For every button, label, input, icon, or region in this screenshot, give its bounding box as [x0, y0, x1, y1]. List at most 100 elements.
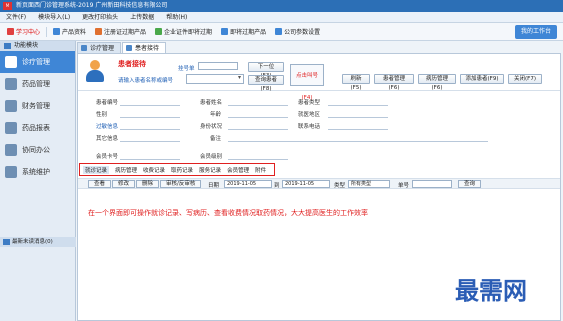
identity-label: 身份状况 — [200, 124, 223, 130]
unread-messages[interactable]: 最新未读消息(0) — [0, 237, 76, 247]
patient-bar: 患者接待 挂号单 请输入患者名称或编号 下一位(F3) 查询患者(F8) 点击叫… — [78, 54, 560, 101]
patient-id-field — [120, 105, 180, 106]
my-workbench-button[interactable]: 我的工作台 — [514, 25, 557, 39]
date-to-label: 到 — [274, 183, 280, 189]
patient-select[interactable] — [186, 74, 244, 84]
subtab-service-records[interactable]: 服务记录 — [199, 166, 221, 174]
sidebar-item-system[interactable]: 系统维护 — [0, 161, 75, 183]
call-number-button[interactable]: 点击叫号(F4) — [290, 64, 324, 101]
date-from-picker[interactable]: 2019-11-05 — [224, 180, 272, 188]
sidebar-item-diagnosis[interactable]: 诊疗管理 — [0, 51, 75, 73]
menu-file[interactable]: 文件(F) — [6, 12, 26, 22]
type-select[interactable]: 所有类型 — [348, 180, 390, 188]
view-button[interactable]: 查看 — [88, 180, 112, 188]
edit-button[interactable]: 修改 — [112, 180, 136, 188]
allergy-field — [120, 129, 180, 130]
tab-icon — [126, 45, 133, 51]
learning-icon — [7, 28, 14, 35]
registration-label: 挂号单 — [178, 66, 195, 72]
close-button[interactable]: 关闭(F7) — [508, 74, 542, 84]
patient-info-grid: 患者编号 性别 过敏信息 其它信息 会员卡号 患者姓名 年龄 身份状况 备注 会… — [78, 94, 560, 162]
subtab-visit-records[interactable]: 就诊记录 — [83, 165, 110, 174]
expiring-icon — [221, 28, 229, 35]
sidebar-item-reports[interactable]: 药品报表 — [0, 117, 75, 139]
audit-button[interactable]: 审核/反审核 — [160, 180, 202, 188]
menu-print-header[interactable]: 更改打印抬头 — [82, 12, 118, 22]
settings-icon — [275, 28, 283, 35]
member-level-field — [228, 159, 288, 160]
message-icon — [3, 239, 10, 245]
sidebar-header: 功能模块 — [0, 41, 75, 51]
toolbar: 学习中心 产品资料 注册证过期产品 企业证件即将过期 即将过期产品 公司参数设置… — [0, 23, 563, 41]
type-label: 类型 — [334, 183, 346, 189]
patient-type-field — [328, 105, 388, 106]
gender-label: 性别 — [96, 112, 108, 118]
product-icon — [53, 28, 61, 35]
toolbar-company-settings[interactable]: 公司参数设置 — [272, 26, 323, 38]
query-patient-button[interactable]: 查询患者(F8) — [248, 75, 284, 92]
sidebar-item-office[interactable]: 协同办公 — [0, 139, 75, 161]
next-patient-button[interactable]: 下一位(F3) — [248, 62, 284, 79]
window-title: 新页面西门诊管理系统-2019 广州新田科技信息有限公司 — [16, 2, 168, 9]
toolbar-expiring-licenses[interactable]: 企业证件即将过期 — [152, 26, 215, 38]
patient-name-label: 患者姓名 — [200, 100, 223, 106]
patient-avatar-icon — [84, 60, 106, 84]
number-label: 单号 — [398, 183, 410, 189]
license-icon — [155, 28, 163, 35]
watermark-logo: 最需网 — [455, 276, 527, 305]
content-message: 在一个界面即可操作就诊记录、写病历、查看收费情况取药情况，大大提高医生的工作效率 — [88, 209, 368, 217]
date-label: 日期 — [208, 183, 220, 189]
identity-field — [228, 129, 288, 130]
member-card-label: 会员卡号 — [96, 154, 119, 160]
subtab-dispense-records[interactable]: 取药记录 — [171, 166, 193, 174]
other-info-field — [120, 141, 180, 142]
patient-title: 患者接待 — [118, 60, 146, 68]
menu-help[interactable]: 帮助(H) — [166, 12, 187, 22]
date-to-picker[interactable]: 2019-11-05 — [282, 180, 330, 188]
query-button[interactable]: 查询 — [458, 180, 482, 188]
record-manage-button[interactable]: 病历管理(F6) — [418, 74, 456, 91]
toolbar-expiring-products[interactable]: 即将过期产品 — [218, 26, 269, 38]
subtab-case-management[interactable]: 病历管理 — [115, 166, 137, 174]
toolbar-learning-center[interactable]: 学习中心 — [4, 26, 43, 38]
toolbar-separator — [46, 26, 48, 37]
member-level-label: 会员级别 — [200, 154, 223, 160]
patient-manage-button[interactable]: 患者管理(F6) — [374, 74, 414, 91]
filter-bar: 查看 修改 删除 审核/反审核 日期 2019-11-05 到 2019-11-… — [78, 178, 560, 189]
stethoscope-icon — [5, 56, 17, 68]
finance-icon — [5, 100, 17, 112]
refresh-button[interactable]: 刷新(F5) — [342, 74, 370, 91]
patient-type-label: 患者类型 — [298, 100, 321, 106]
delete-button[interactable]: 删除 — [136, 180, 160, 188]
number-input[interactable] — [412, 180, 452, 188]
remark-label: 备注 — [210, 136, 222, 142]
sidebar-item-finance[interactable]: 财务管理 — [0, 95, 75, 117]
region-field — [328, 117, 388, 118]
registration-input[interactable] — [198, 62, 238, 70]
sidebar-item-drugs[interactable]: 药品管理 — [0, 73, 75, 95]
drug-icon — [5, 78, 17, 90]
tab-patient-reception[interactable]: 患者接待 — [122, 42, 167, 53]
phone-field — [328, 129, 388, 130]
allergy-label[interactable]: 过敏信息 — [96, 122, 118, 130]
region-label: 就医地区 — [298, 112, 321, 118]
toolbar-expired-registration[interactable]: 注册证过期产品 — [92, 26, 149, 38]
subtab-charge-records[interactable]: 收费记录 — [143, 166, 165, 174]
menu-upload[interactable]: 上传数据 — [130, 12, 154, 22]
other-info-label: 其它信息 — [96, 136, 119, 142]
title-bar: M 新页面西门诊管理系统-2019 广州新田科技信息有限公司 — [0, 0, 563, 12]
tab-diagnosis[interactable]: 诊疗管理 — [77, 42, 122, 53]
age-field — [228, 117, 288, 118]
toolbar-product-info[interactable]: 产品资料 — [50, 26, 89, 38]
tab-strip: 诊疗管理 患者接待 — [77, 42, 167, 53]
module-icon — [4, 43, 11, 49]
phone-label: 联系电话 — [298, 124, 321, 130]
menu-module-import[interactable]: 模块导入(L) — [38, 12, 70, 22]
age-label: 年龄 — [210, 112, 222, 118]
subtab-member-management[interactable]: 会员管理 — [227, 166, 249, 174]
patient-name-field — [228, 105, 288, 106]
add-patient-button[interactable]: 添加患者(F9) — [460, 74, 504, 84]
record-subtabs: 就诊记录 病历管理 收费记录 取药记录 服务记录 会员管理 附件 — [79, 163, 275, 176]
member-card-field — [120, 159, 180, 160]
subtab-attachments[interactable]: 附件 — [255, 166, 266, 174]
